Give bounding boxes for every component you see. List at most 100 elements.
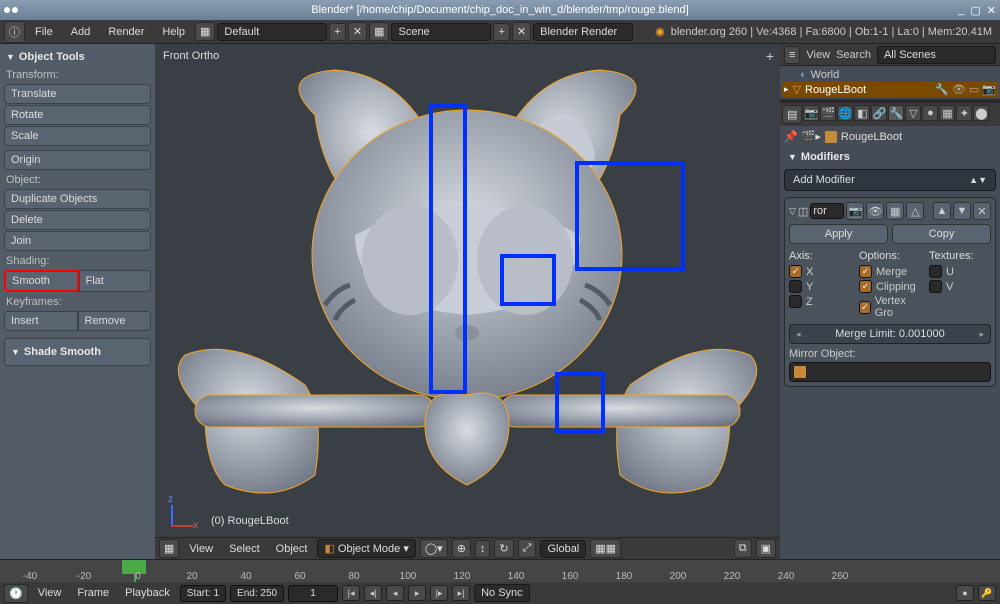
render-visibility-icon[interactable]: 📷 xyxy=(846,202,864,220)
move-up-icon[interactable]: ▲ xyxy=(933,202,951,220)
layers-grid-icon[interactable]: ▦▦ xyxy=(590,539,621,558)
outliner[interactable]: ◐ World ▸ ▽ RougeLBoot 🔧 👁 ▭ 📷 xyxy=(780,66,1000,99)
editor-type-icon[interactable]: 🕐 xyxy=(4,584,28,603)
mirror-object-field[interactable] xyxy=(789,362,991,382)
menu-help[interactable]: Help xyxy=(154,24,193,40)
axis-x-checkbox[interactable] xyxy=(789,265,802,278)
autokey-icon[interactable]: ● xyxy=(956,585,974,601)
rotate-button[interactable]: Rotate xyxy=(4,105,151,125)
merge-checkbox[interactable] xyxy=(859,265,872,278)
cursor-icon[interactable]: ▭ xyxy=(969,83,979,96)
outliner-row-world[interactable]: ◐ World xyxy=(782,68,998,82)
pin-icon[interactable]: 📌 xyxy=(784,130,798,143)
scale-button[interactable]: Scale xyxy=(4,126,151,146)
tab-object-icon[interactable]: ◧ xyxy=(854,105,870,121)
screen-layout-browse-icon[interactable]: ▦ xyxy=(195,22,215,41)
editor-type-icon[interactable]: ▤ xyxy=(782,105,802,124)
window-menu-icon[interactable] xyxy=(12,7,18,13)
3d-viewport[interactable]: Front Ortho + xyxy=(155,44,780,559)
shade-flat-button[interactable]: Flat xyxy=(79,270,152,292)
keyframe-next-icon[interactable]: |▸ xyxy=(430,585,448,601)
end-frame-field[interactable]: End: 250 xyxy=(230,585,284,602)
maximize-icon[interactable]: ▢ xyxy=(970,4,980,17)
vp-menu-object[interactable]: Object xyxy=(270,541,314,557)
jump-start-icon[interactable]: |◂ xyxy=(342,585,360,601)
editmode-visibility-icon[interactable]: ▦ xyxy=(886,202,904,220)
editor-type-icon[interactable]: ⓘ xyxy=(4,21,25,43)
orientation-dropdown[interactable]: Global xyxy=(540,540,586,558)
play-reverse-icon[interactable]: ◂ xyxy=(386,585,404,601)
tab-constraints-icon[interactable]: 🔗 xyxy=(871,105,887,121)
outliner-row-selected[interactable]: ▸ ▽ RougeLBoot 🔧 👁 ▭ 📷 xyxy=(782,82,998,97)
editor-type-icon[interactable]: ▦ xyxy=(159,539,179,558)
layout-remove[interactable]: ✕ xyxy=(348,22,367,41)
vertexgroup-checkbox[interactable] xyxy=(859,301,871,314)
delete-modifier-icon[interactable]: ✕ xyxy=(973,202,991,220)
screen-layout-field[interactable]: Default xyxy=(217,23,327,41)
tab-material-icon[interactable]: ● xyxy=(922,105,938,121)
jump-end-icon[interactable]: ▸| xyxy=(452,585,470,601)
move-down-icon[interactable]: ▼ xyxy=(953,202,971,220)
sync-dropdown[interactable]: No Sync xyxy=(474,584,530,602)
viewport-visibility-icon[interactable]: 👁 xyxy=(866,202,884,220)
minimize-icon[interactable]: _ xyxy=(958,4,964,17)
texture-u-checkbox[interactable] xyxy=(929,265,942,278)
manipulator-scale-icon[interactable]: ⤢ xyxy=(518,539,537,558)
scene-field[interactable]: Scene xyxy=(391,23,491,41)
outliner-menu-search[interactable]: Search xyxy=(836,49,871,61)
axis-z-checkbox[interactable] xyxy=(789,295,802,308)
modifiers-panel-header[interactable]: Modifiers xyxy=(780,147,1000,167)
translate-button[interactable]: Translate xyxy=(4,84,151,104)
menu-file[interactable]: File xyxy=(27,24,61,40)
axis-y-checkbox[interactable] xyxy=(789,280,802,293)
scene-remove[interactable]: ✕ xyxy=(512,22,531,41)
vp-menu-view[interactable]: View xyxy=(183,541,219,557)
current-frame-field[interactable]: 1 xyxy=(288,585,338,602)
copy-modifier-button[interactable]: Copy xyxy=(892,224,991,244)
join-button[interactable]: Join xyxy=(4,231,151,251)
window-menu-icon[interactable] xyxy=(4,7,10,13)
tool-shelf-header[interactable]: Object Tools xyxy=(4,48,151,66)
manipulator-rotate-icon[interactable]: ↻ xyxy=(494,539,513,558)
vp-menu-select[interactable]: Select xyxy=(223,541,266,557)
close-icon[interactable]: ✕ xyxy=(987,4,996,17)
snap-icon[interactable]: ⧉ xyxy=(734,539,752,558)
tab-scene-icon[interactable]: 🎬 xyxy=(820,105,836,121)
timeline-track[interactable]: -40 -20 0 20 40 60 80 100 120 140 160 18… xyxy=(0,560,1000,582)
texture-v-checkbox[interactable] xyxy=(929,280,942,293)
shade-smooth-button[interactable]: Smooth xyxy=(4,270,79,292)
tl-menu-frame[interactable]: Frame xyxy=(71,585,115,601)
play-icon[interactable]: ▸ xyxy=(408,585,426,601)
tab-physics-icon[interactable]: ⬤ xyxy=(973,105,989,121)
shading-dropdown-icon[interactable]: ◯▾ xyxy=(420,539,448,558)
manipulator-translate-icon[interactable]: ↕ xyxy=(475,540,491,558)
render-preview-icon[interactable]: ▣ xyxy=(756,539,776,558)
layout-add[interactable]: + xyxy=(329,23,345,41)
menu-add[interactable]: Add xyxy=(63,24,99,40)
editor-type-icon[interactable]: ≡ xyxy=(784,46,800,64)
add-modifier-dropdown[interactable]: Add Modifier ▲▼ xyxy=(784,169,996,191)
outliner-filter-dropdown[interactable]: All Scenes xyxy=(877,46,996,64)
menu-render[interactable]: Render xyxy=(100,24,152,40)
render-icon[interactable]: 📷 xyxy=(982,83,996,96)
keyingset-icon[interactable]: 🔑 xyxy=(978,585,996,601)
clipping-checkbox[interactable] xyxy=(859,280,872,293)
disclosure-icon[interactable]: ▸ xyxy=(784,84,789,95)
scene-add[interactable]: + xyxy=(493,23,509,41)
merge-limit-field[interactable]: ◂ Merge Limit: 0.001000 ▸ xyxy=(789,324,991,344)
expand-icon[interactable]: ▽ xyxy=(789,206,796,217)
tl-menu-playback[interactable]: Playback xyxy=(119,585,176,601)
tl-menu-view[interactable]: View xyxy=(32,585,68,601)
outliner-menu-view[interactable]: View xyxy=(806,49,830,61)
tab-modifiers-icon[interactable]: 🔧 xyxy=(888,105,904,121)
last-operator-panel[interactable]: Shade Smooth xyxy=(9,343,146,361)
scene-browse-icon[interactable]: ▦ xyxy=(369,22,389,41)
render-engine-dropdown[interactable]: Blender Render xyxy=(533,23,633,41)
tab-texture-icon[interactable]: ▦ xyxy=(939,105,955,121)
playhead-handle[interactable] xyxy=(122,560,146,574)
insert-keyframe-button[interactable]: Insert xyxy=(4,311,78,331)
breadcrumb-object[interactable]: RougeLBoot xyxy=(841,131,902,143)
eye-icon[interactable]: 👁 xyxy=(952,83,966,96)
apply-modifier-button[interactable]: Apply xyxy=(789,224,888,244)
modifier-name-field[interactable] xyxy=(810,203,844,219)
